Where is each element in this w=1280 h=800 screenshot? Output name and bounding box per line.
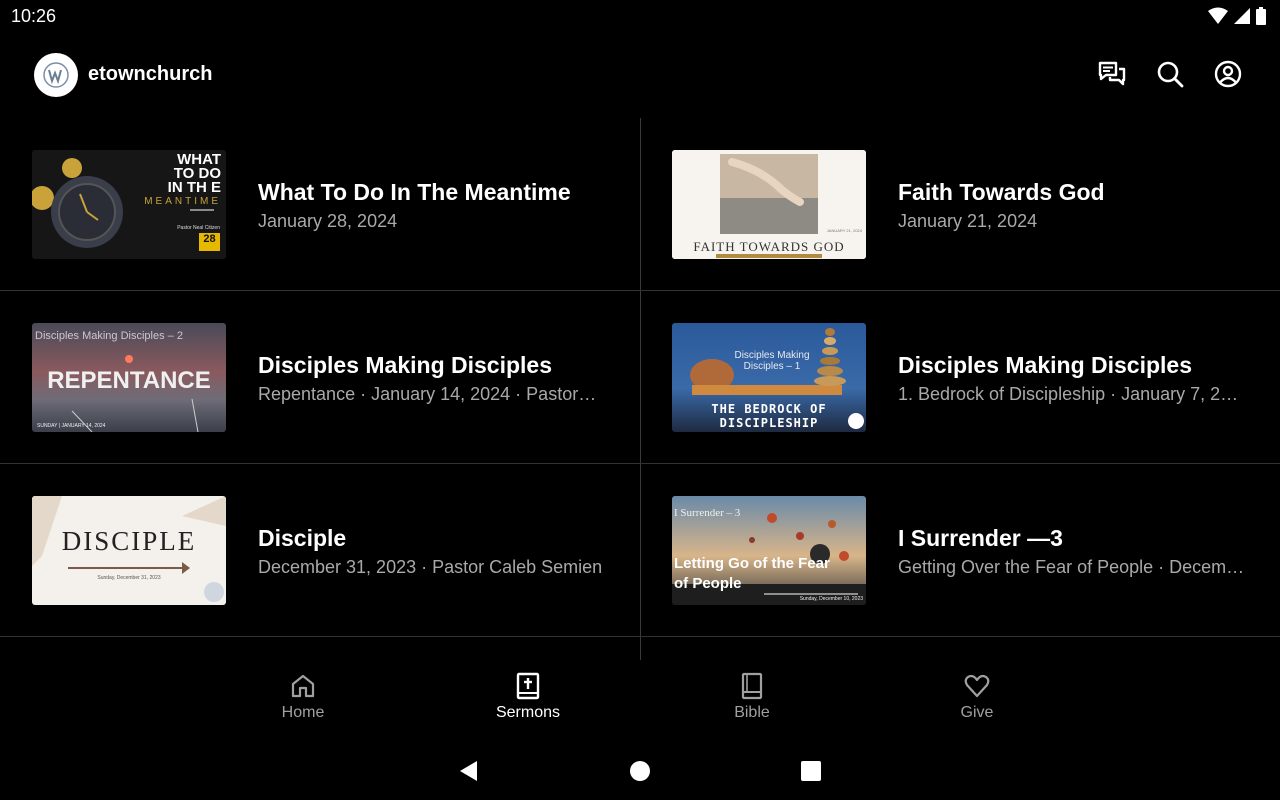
bottom-nav: Home Sermons Bible Give (0, 660, 1280, 742)
status-time: 10:26 (11, 6, 57, 26)
nav-item-sermons[interactable]: Sermons (468, 672, 588, 732)
nav-item-home[interactable]: Home (243, 672, 363, 732)
sermon-card[interactable]: I Surrender – 3 Letting Go of the Fear o… (640, 464, 1280, 637)
sermon-card[interactable]: DISCIPLE Sunday, December 31, 2023 Disci… (0, 464, 640, 637)
thumb-text-line: IN TH E (167, 179, 221, 196)
app-name: etownchurch (88, 63, 213, 85)
row-divider (640, 636, 1280, 637)
search-icon (1157, 61, 1184, 88)
sermon-thumbnail: Disciples Making Disciples – 1 THE BEDRO… (672, 323, 866, 432)
sermon-card[interactable]: Disciples Making Disciples – 1 THE BEDRO… (640, 291, 1280, 464)
sermons-book-icon (516, 672, 540, 700)
thumb-pastor-text: Pastor Neal Citizen (177, 225, 220, 231)
nav-item-bible[interactable]: Bible (692, 672, 812, 732)
thumb-badge: 28 (203, 233, 216, 245)
thumb-main-text: DISCIPLESHIP (719, 416, 819, 430)
thumb-small-date: Sunday, December 10, 2023 (799, 596, 863, 602)
sermon-thumbnail: WHAT TO DO IN TH E MEANTIME Pastor Neal … (32, 150, 226, 259)
app-header: etownchurch (0, 34, 1280, 118)
thumb-top-text: Disciples Making Disciples – 2 (35, 330, 183, 342)
church-logo-icon (43, 62, 69, 88)
back-icon (460, 761, 477, 781)
nav-label: Give (960, 704, 994, 721)
sermon-thumbnail: JANUARY 21, 2024 FAITH TOWARDS GOD (672, 150, 866, 259)
sermon-title: Disciple (258, 525, 347, 551)
sermon-title: Faith Towards God (898, 179, 1105, 205)
account-button[interactable] (1212, 58, 1244, 90)
status-icons (1208, 7, 1266, 25)
sermon-card[interactable]: JANUARY 21, 2024 FAITH TOWARDS GOD Faith… (640, 118, 1280, 291)
sermon-subtitle: January 21, 2024 (898, 211, 1038, 231)
home-icon (291, 674, 315, 698)
thumb-top-text: I Surrender – 3 (674, 507, 741, 519)
thumb-main-text: REPENTANCE (47, 367, 211, 394)
sermon-subtitle: Getting Over the Fear of People · Decem… (898, 557, 1245, 577)
nav-item-give[interactable]: Give (917, 672, 1037, 732)
wifi-icon (1208, 7, 1228, 24)
home-circle-icon (630, 761, 650, 781)
row-divider (0, 636, 640, 637)
sermon-grid: WHAT TO DO IN TH E MEANTIME Pastor Neal … (0, 118, 1280, 660)
thumb-main-text: of People (674, 575, 742, 592)
sermon-title: I Surrender —3 (898, 525, 1063, 551)
thumb-accent-text: MEANTIME (144, 196, 221, 207)
battery-icon (1256, 7, 1266, 25)
system-back-button[interactable] (453, 756, 483, 786)
sermon-card[interactable]: Disciples Making Disciples – 2 REPENTANC… (0, 291, 640, 464)
thumb-main-text: Letting Go of the Fear (674, 555, 830, 572)
nav-label: Home (281, 704, 325, 721)
church-logo[interactable] (34, 53, 78, 97)
system-nav-bar (0, 742, 1280, 800)
account-icon (1214, 60, 1242, 88)
chat-button[interactable] (1096, 58, 1128, 90)
signal-icon (1234, 8, 1250, 24)
nav-label: Bible (734, 704, 770, 721)
header-actions (1096, 58, 1244, 90)
sermon-subtitle: 1. Bedrock of Discipleship · January 7, … (898, 384, 1239, 404)
thumb-small-date: JANUARY 21, 2024 (826, 228, 862, 233)
thumb-small-date: Sunday, December 31, 2023 (97, 575, 161, 581)
bible-icon (741, 672, 763, 700)
thumb-main-text: THE BEDROCK OF (711, 402, 827, 416)
sermon-subtitle: December 31, 2023 · Pastor Caleb Semien (258, 557, 603, 577)
thumb-caption: FAITH TOWARDS GOD (693, 239, 845, 254)
thumb-main-text: DISCIPLE (61, 526, 197, 556)
thumb-small-date: SUNDAY | JANUARY 14, 2024 (37, 423, 106, 429)
sermon-title: Disciples Making Disciples (898, 352, 1193, 378)
sermon-thumbnail: I Surrender – 3 Letting Go of the Fear o… (672, 496, 866, 605)
heart-icon (964, 674, 990, 698)
system-recents-button[interactable] (796, 756, 826, 786)
thumb-top-text: Disciples Making Disciples – 1 (734, 350, 810, 372)
sermon-title: Disciples Making Disciples (258, 352, 553, 378)
sermon-subtitle: January 28, 2024 (258, 211, 398, 231)
sermon-thumbnail: Disciples Making Disciples – 2 REPENTANC… (32, 323, 226, 432)
sermon-title: What To Do In The Meantime (258, 179, 571, 205)
status-bar: 10:26 (0, 0, 1280, 34)
nav-label: Sermons (495, 704, 561, 721)
sermon-subtitle: Repentance · January 14, 2024 · Pastor… (258, 384, 597, 404)
sermon-card[interactable]: WHAT TO DO IN TH E MEANTIME Pastor Neal … (0, 118, 640, 291)
recents-icon (801, 761, 821, 781)
system-home-button[interactable] (625, 756, 655, 786)
chat-icon (1098, 61, 1126, 86)
search-button[interactable] (1154, 58, 1186, 90)
sermon-thumbnail: DISCIPLE Sunday, December 31, 2023 (32, 496, 226, 605)
